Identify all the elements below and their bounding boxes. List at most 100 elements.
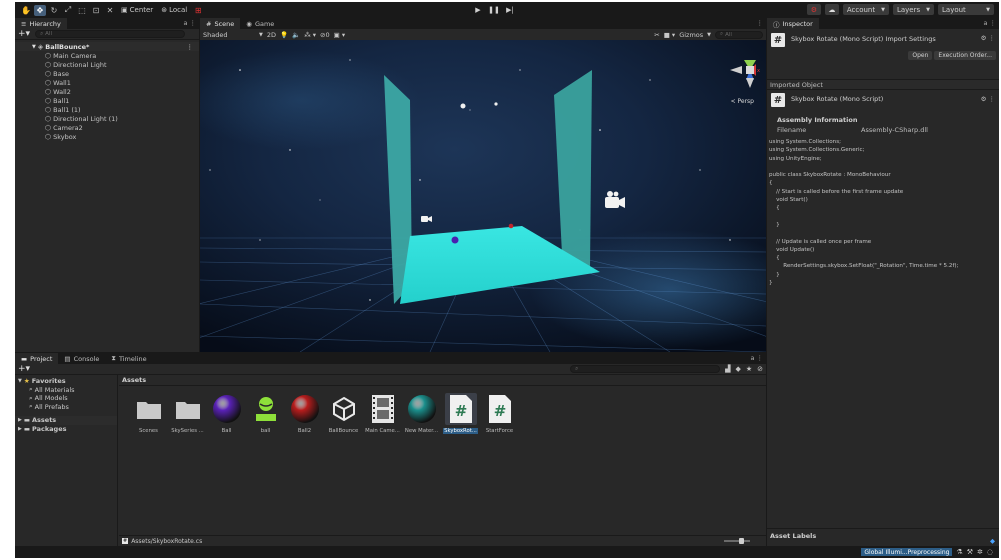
open-button[interactable]: Open <box>908 51 933 60</box>
hierarchy-item[interactable]: ⬡ Ball1 (1) <box>15 105 199 114</box>
asset-item[interactable]: Main Came... <box>363 393 402 434</box>
label-tag-icon[interactable]: ◆ <box>990 537 995 545</box>
scene-search-input[interactable]: ⌕ All <box>715 30 763 39</box>
hierarchy-item[interactable]: ⬡ Skybox <box>15 132 199 141</box>
execution-order-button[interactable]: Execution Order... <box>934 51 996 60</box>
settings-icon[interactable]: ⚙ ⋮ <box>981 95 995 103</box>
scene-viewport[interactable]: x < Persp <box>200 40 766 352</box>
2d-toggle[interactable]: 2D <box>267 31 276 39</box>
panel-lock-icon[interactable]: a ⋮ <box>750 354 763 362</box>
camera-icon[interactable]: ■ ▾ <box>664 31 675 39</box>
asset-item[interactable]: ball <box>246 393 285 434</box>
pivot-local-toggle[interactable]: ⊛ Local <box>158 5 190 16</box>
tab-timeline[interactable]: ⧗ Timeline <box>105 353 152 364</box>
hierarchy-item[interactable]: ⬡ Wall1 <box>15 78 199 87</box>
snap-icon[interactable]: ⊞ <box>192 5 204 16</box>
camera-settings-icon[interactable]: ▣ ▾ <box>334 31 345 39</box>
ball2-object[interactable] <box>508 223 514 229</box>
tab-game[interactable]: ◉ Game <box>240 18 280 29</box>
packages-folder-row[interactable]: ▶ ▬ Packages <box>15 425 117 434</box>
shading-mode-dropdown[interactable]: Shaded <box>203 31 255 39</box>
asset-item[interactable]: SkySeries ... <box>168 393 207 434</box>
project-asset-view: Assets Scenes SkySeries ... Ball ball Ball2 B… <box>119 375 766 546</box>
hand-tool-icon[interactable]: ✋ <box>20 5 32 16</box>
asset-item[interactable]: New Mater... <box>402 393 441 434</box>
bug-icon[interactable]: ✲ <box>977 548 983 556</box>
panel-lock-icon[interactable]: a ⋮ <box>983 19 996 27</box>
panel-lock-icon[interactable]: a ⋮ <box>183 19 196 27</box>
pivot-center-toggle[interactable]: ▣ Center <box>118 5 156 16</box>
asset-item[interactable]: BallBounce <box>324 393 363 434</box>
layout-dropdown[interactable]: Layout ▼ <box>938 4 994 15</box>
gizmos-dropdown[interactable]: Gizmos <box>679 31 703 39</box>
rotate-tool-icon[interactable]: ↻ <box>48 5 60 16</box>
hierarchy-search-input[interactable]: ⌕ All <box>35 30 186 38</box>
hierarchy-item[interactable]: ⬡ Main Camera <box>15 51 199 60</box>
lighting-icon[interactable]: 💡 <box>280 31 288 39</box>
perspective-label[interactable]: < Persp <box>731 98 754 105</box>
asset-item[interactable]: # StartForce <box>480 393 519 434</box>
filter-icon[interactable]: ▟ <box>725 365 730 373</box>
hierarchy-item[interactable]: ⬡ Base <box>15 69 199 78</box>
tab-inspector[interactable]: ⓘ Inspector <box>767 18 819 29</box>
debug-icon[interactable]: ⚒ <box>967 548 973 556</box>
add-icon[interactable]: +▾ <box>18 29 30 39</box>
hierarchy-item[interactable]: ⬡ Wall2 <box>15 87 199 96</box>
hierarchy-root-scene[interactable]: ▼ ◈ BallBounce* ⋮ <box>15 42 199 51</box>
zoom-slider-handle[interactable] <box>739 538 744 544</box>
audio-icon[interactable]: 🔈 <box>292 31 300 39</box>
hidden-objects-icon[interactable]: ⊘0 <box>320 31 330 39</box>
add-icon[interactable]: +▾ <box>18 364 30 374</box>
project-search-input[interactable]: ⌕ <box>570 365 721 373</box>
tab-hierarchy[interactable]: ≡ Hierarchy <box>15 18 67 29</box>
more-icon[interactable]: ⋮ <box>187 43 194 51</box>
hidden-packages-icon[interactable]: ⊘ <box>757 365 763 373</box>
tab-console[interactable]: ▤ Console <box>58 353 105 364</box>
step-button-icon[interactable]: ▶| <box>503 4 517 15</box>
zoom-slider[interactable] <box>724 540 750 542</box>
breadcrumb[interactable]: Assets <box>119 375 766 386</box>
favorites-row[interactable]: ▼ ★ Favorites <box>15 377 117 386</box>
cloud-icon[interactable]: ☁ <box>824 4 839 15</box>
favorite-icon[interactable]: ★ <box>746 365 752 373</box>
collab-icon[interactable]: ⚙ <box>806 4 821 15</box>
settings-icon[interactable]: ⚙ ⋮ <box>981 34 995 42</box>
hierarchy-item[interactable]: ⬡ Ball1 <box>15 96 199 105</box>
unity-scene-icon <box>328 393 360 425</box>
move-tool-icon[interactable]: ✥ <box>34 4 46 16</box>
asset-item[interactable]: Ball <box>207 393 246 434</box>
tab-scene[interactable]: # Scene <box>200 18 241 29</box>
label-filter-icon[interactable]: ◆ <box>735 365 740 373</box>
camera-gizmo-icon[interactable] <box>421 216 432 222</box>
layers-dropdown[interactable]: Layers ▼ <box>892 4 934 15</box>
transform-tool-icon[interactable]: ⊡ <box>90 5 102 16</box>
asset-item[interactable]: Ball2 <box>285 393 324 434</box>
hierarchy-item[interactable]: ⬡ Camera2 <box>15 123 199 132</box>
scale-tool-icon[interactable]: ⤢ <box>62 5 74 16</box>
asset-item[interactable]: Scenes <box>129 393 168 434</box>
custom-tool-icon[interactable]: ✕ <box>104 5 116 16</box>
effects-icon[interactable]: ⁂ ▾ <box>304 31 316 39</box>
hierarchy-item[interactable]: ⬡ Directional Light (1) <box>15 114 199 123</box>
panel-menu-icon[interactable]: ⋮ <box>757 19 764 27</box>
search-icon: ⌕ <box>720 31 724 37</box>
ball1-object[interactable] <box>451 236 459 244</box>
play-button-icon[interactable]: ▶ <box>471 4 485 15</box>
asset-item[interactable]: # SkyboxRot... <box>441 393 480 434</box>
asset-item-label: Ball2 <box>297 428 312 434</box>
global-illumination-progress[interactable]: Global Illumi...Preprocessing <box>861 548 953 556</box>
gameobject-cube-icon: ⬡ <box>45 78 52 87</box>
assembly-info-title: Assembly Information <box>777 116 858 124</box>
assets-folder-row[interactable]: ▶ ▬ Assets <box>15 416 117 425</box>
hierarchy-item[interactable]: ⬡ Directional Light <box>15 60 199 69</box>
tab-project[interactable]: ▬ Project <box>15 353 59 364</box>
cache-icon[interactable]: ⚗ <box>956 548 962 556</box>
favorite-item[interactable]: ⌕ All Models <box>15 394 117 403</box>
rect-tool-icon[interactable]: ⬚ <box>76 5 88 16</box>
favorite-item[interactable]: ⌕ All Prefabs <box>15 402 117 412</box>
account-dropdown[interactable]: Account ▼ <box>842 4 889 15</box>
pause-button-icon[interactable]: ❚❚ <box>487 4 501 15</box>
favorite-item[interactable]: ⌕ All Materials <box>15 385 117 395</box>
tools-icon[interactable]: ✂ <box>654 31 659 39</box>
folder-icon: ▬ <box>21 354 28 363</box>
